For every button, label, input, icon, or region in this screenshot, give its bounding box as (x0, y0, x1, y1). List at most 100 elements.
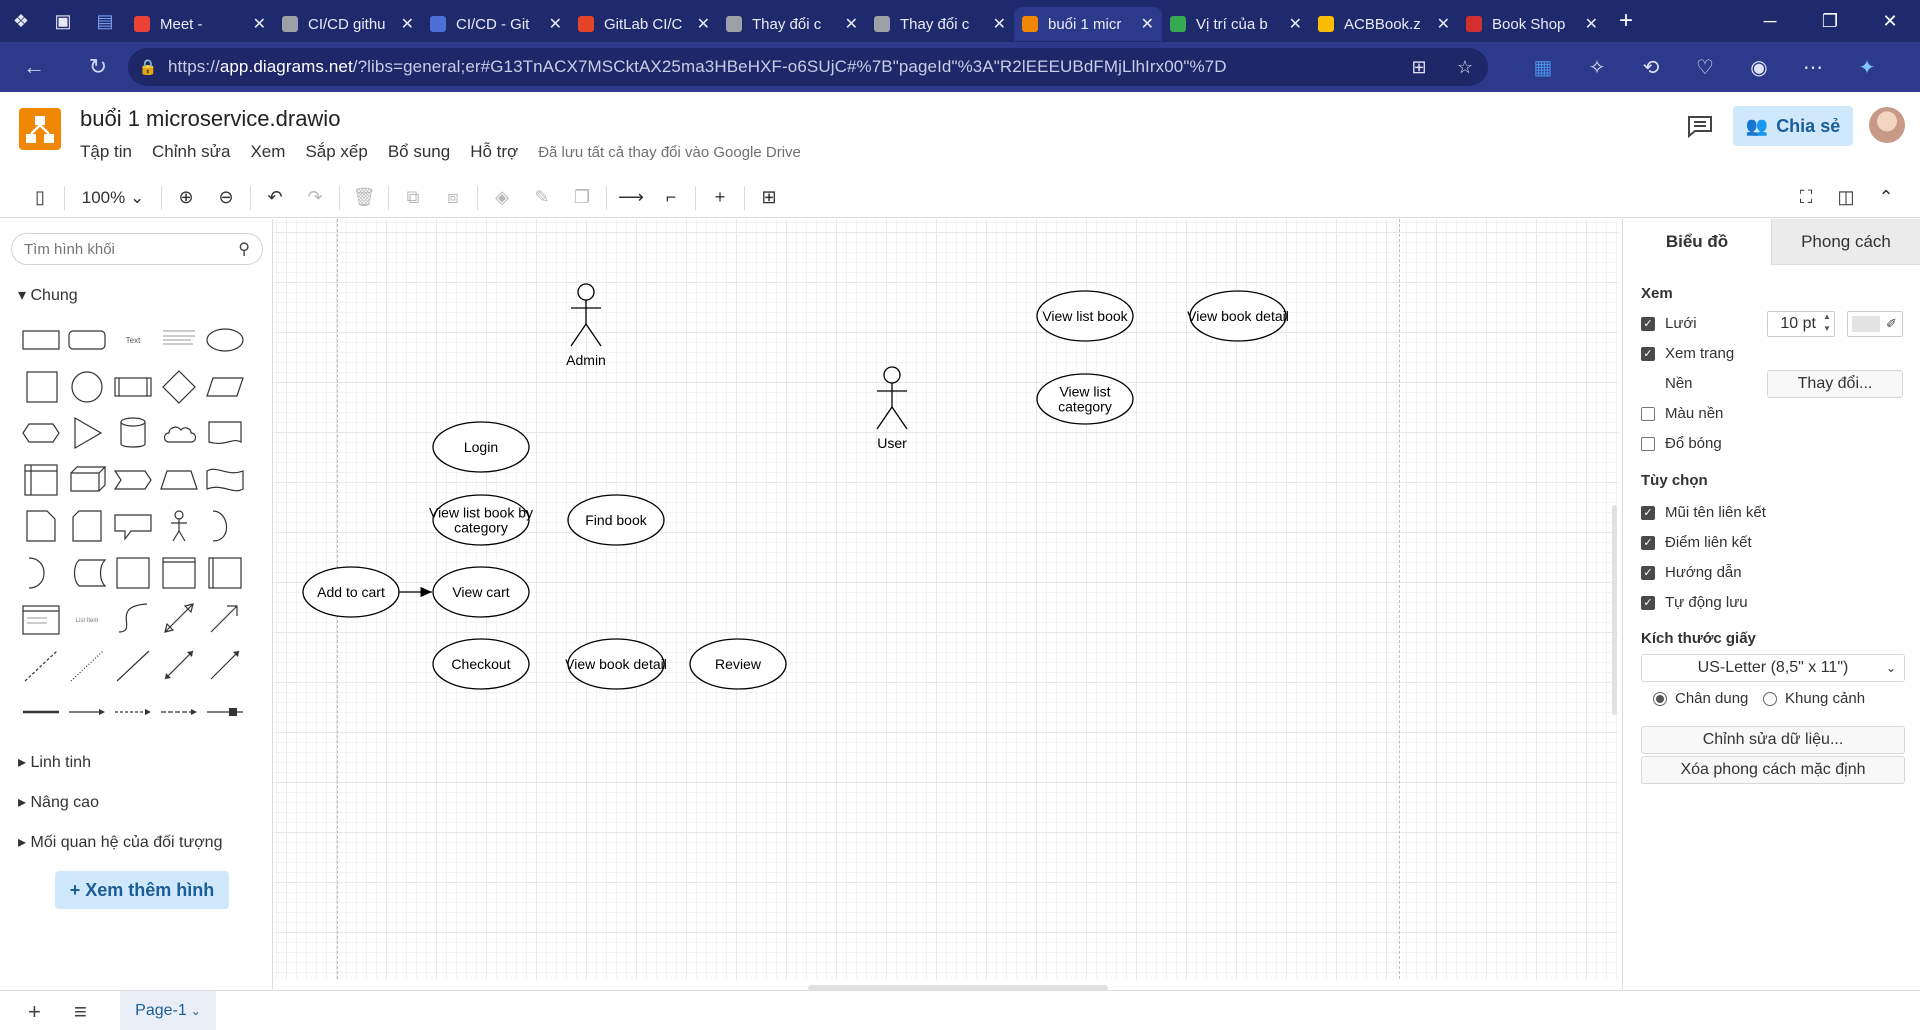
edit-data-button[interactable]: Chỉnh sửa dữ liệu... (1641, 726, 1905, 754)
shape-curve-icon[interactable] (110, 596, 155, 643)
copilot-icon[interactable]: ✦ (1840, 55, 1894, 80)
close-tab-icon[interactable]: ✕ (549, 14, 562, 34)
browser-tab[interactable]: buổi 1 micr ✕ (1014, 7, 1162, 41)
shape-text-icon[interactable]: Text (110, 317, 155, 364)
reload-button[interactable]: ↻ (76, 45, 120, 89)
url-field[interactable]: 🔒 https://app.diagrams.net/?libs=general… (128, 48, 1488, 86)
to-front-icon[interactable]: ⧉ (393, 178, 433, 218)
undo-icon[interactable]: ↶ (255, 178, 295, 218)
browser-tab[interactable]: Meet - ✕ (126, 7, 274, 41)
pages-menu-icon[interactable]: ≡ (74, 999, 87, 1025)
zoom-out-icon[interactable]: ⊖ (206, 178, 246, 218)
shape-card-icon[interactable] (64, 503, 109, 550)
line-color-icon[interactable]: ✎ (522, 178, 562, 218)
shape-list-item-icon[interactable]: List Item (64, 596, 109, 643)
extension-icon[interactable]: ▦ (1516, 55, 1570, 80)
insert-icon[interactable]: + (700, 178, 740, 218)
more-menu-icon[interactable]: ⋯ (1786, 55, 1840, 80)
table-icon[interactable]: ⊞ (749, 178, 789, 218)
fill-color-icon[interactable]: ◈ (482, 178, 522, 218)
close-tab-icon[interactable]: ✕ (993, 14, 1006, 34)
shape-rect-2-icon[interactable] (110, 550, 155, 597)
shape-cube-icon[interactable] (64, 457, 109, 504)
usecase-find-book[interactable]: Find book (567, 494, 665, 546)
shape-process-icon[interactable] (110, 364, 155, 411)
shape-bidirectional-arrow-icon[interactable] (156, 596, 201, 643)
shape-parallelogram-icon[interactable] (202, 364, 247, 411)
shape-directional-connector-icon[interactable] (202, 643, 247, 690)
shape-ellipse-icon[interactable] (202, 317, 247, 364)
usecase-view-cart[interactable]: View cart (432, 566, 530, 618)
app-install-icon[interactable]: ⊞ (1396, 57, 1442, 78)
save-status[interactable]: Đã lưu tất cả thay đổi vào Google Drive (538, 144, 801, 161)
shape-relation-icon[interactable] (202, 689, 247, 736)
close-tab-icon[interactable]: ✕ (1289, 14, 1302, 34)
extensions-puzzle-icon[interactable]: ✧ (1570, 55, 1624, 80)
menu-help[interactable]: Hỗ trợ (470, 142, 518, 162)
shape-square-icon[interactable] (18, 364, 63, 411)
workspaces-icon[interactable]: ❖ (0, 0, 42, 42)
profile-icon[interactable]: ◉ (1732, 55, 1786, 80)
user-avatar[interactable] (1869, 107, 1905, 143)
usecase-view-book-detail-1[interactable]: View book detail (565, 638, 667, 690)
back-button[interactable]: ← (12, 45, 56, 89)
usecase-add-to-cart[interactable]: Add to cart (302, 566, 400, 618)
search-icon[interactable]: ⚲ (238, 239, 250, 259)
shape-dashed-line-icon[interactable] (18, 643, 63, 690)
zoom-dropdown[interactable]: 100% ⌄ (69, 188, 157, 208)
page-view-checkbox[interactable]: ✓ Xem trang (1641, 345, 1734, 362)
close-tab-icon[interactable]: ✕ (697, 14, 710, 34)
close-window-button[interactable]: ✕ (1860, 0, 1920, 42)
document-title[interactable]: buổi 1 microservice.drawio (80, 106, 340, 132)
close-tab-icon[interactable]: ✕ (1585, 14, 1598, 34)
tab-style[interactable]: Phong cách (1771, 219, 1920, 265)
grid-size-stepper[interactable]: ▲ ▼ (1823, 311, 1831, 335)
shape-rounded-rectangle-icon[interactable] (64, 317, 109, 364)
shape-textbox-icon[interactable] (156, 317, 201, 364)
shape-tape-icon[interactable] (202, 457, 247, 504)
browser-tab[interactable]: Vị trí của b ✕ (1162, 7, 1310, 41)
landscape-radio[interactable]: Khung cảnh (1763, 690, 1865, 707)
shape-actor-icon[interactable] (156, 503, 201, 550)
shape-cloud-icon[interactable] (156, 410, 201, 457)
shape-cylinder-icon[interactable] (110, 410, 155, 457)
close-tab-icon[interactable]: ✕ (253, 14, 266, 34)
shape-callout-icon[interactable] (110, 503, 155, 550)
shape-step-icon[interactable] (110, 457, 155, 504)
guides-checkbox[interactable]: ✓ Hướng dẫn (1641, 564, 1742, 581)
shape-data-storage-icon[interactable] (64, 550, 109, 597)
section-entity-relation[interactable]: ▸ Mối quan hệ của đối tượng (18, 832, 222, 852)
add-page-icon[interactable]: + (28, 999, 41, 1025)
tab-diagram[interactable]: Biểu đồ (1623, 219, 1771, 265)
page-tab[interactable]: Page-1 ⌄ (120, 991, 216, 1030)
browser-tab[interactable]: ACBBook.z ✕ (1310, 7, 1458, 41)
clear-default-style-button[interactable]: Xóa phong cách mặc định (1641, 756, 1905, 784)
shape-bidirectional-connector-icon[interactable] (156, 643, 201, 690)
format-panel-toggle-icon[interactable]: ▯ (20, 178, 60, 218)
change-background-button[interactable]: Thay đổi... (1767, 370, 1903, 398)
shape-document-icon[interactable] (202, 410, 247, 457)
actor-admin[interactable]: Admin (566, 283, 606, 368)
share-button[interactable]: 👥 Chia sẻ (1733, 106, 1853, 146)
usecase-view-book-detail-2[interactable]: View book detail (1187, 290, 1289, 342)
comments-icon[interactable] (1686, 114, 1714, 139)
menu-arrange[interactable]: Sắp xếp (305, 142, 367, 162)
usecase-view-list-book-by-category[interactable]: View list book bycategory (429, 494, 533, 546)
browser-tab[interactable]: CI/CD githu ✕ (274, 7, 422, 41)
format-panel-icon[interactable]: ◫ (1826, 178, 1866, 218)
shape-list-icon[interactable] (18, 596, 63, 643)
new-tab-button[interactable]: + (1606, 7, 1646, 35)
shape-hexagon-icon[interactable] (18, 410, 63, 457)
minimize-button[interactable]: ─ (1740, 0, 1800, 42)
menu-file[interactable]: Tập tin (80, 142, 132, 162)
browser-tab[interactable]: Thay đổi c ✕ (718, 7, 866, 41)
close-tab-icon[interactable]: ✕ (401, 14, 414, 34)
shape-link-arrow-icon[interactable] (64, 689, 109, 736)
waypoints-icon[interactable]: ⌐ (651, 178, 691, 218)
connection-arrows-checkbox[interactable]: ✓ Mũi tên liên kết (1641, 504, 1766, 521)
shadow-checkbox[interactable]: Đổ bóng (1641, 435, 1722, 452)
shape-dashed-link-icon[interactable] (110, 689, 155, 736)
section-advanced[interactable]: ▸ Nâng cao (18, 792, 99, 812)
background-color-checkbox[interactable]: Màu nền (1641, 405, 1723, 422)
collapse-icon[interactable]: ⌃ (1866, 178, 1906, 218)
